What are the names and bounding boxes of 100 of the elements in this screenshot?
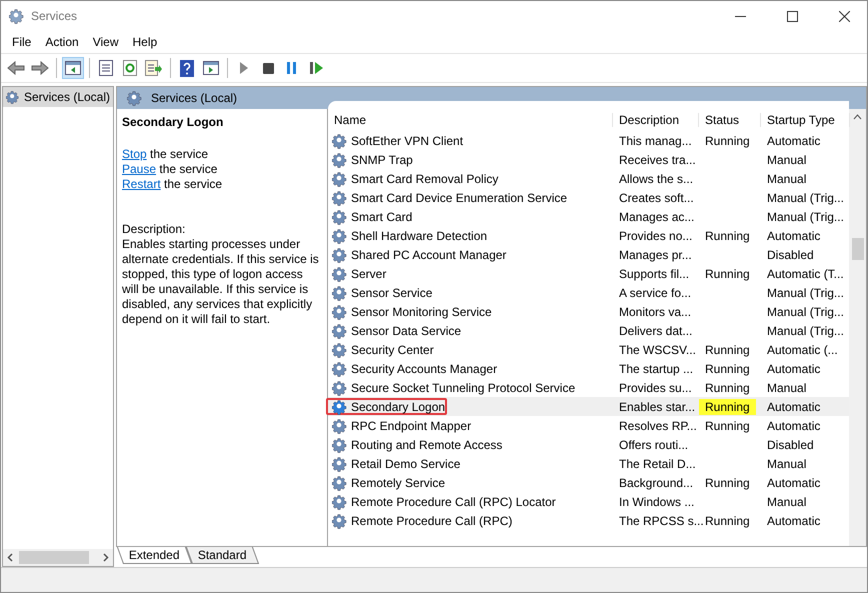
description-cell-text: A service fo... bbox=[618, 286, 692, 300]
service-row[interactable]: Remote Procedure Call (RPC) The RPCSS s...Running Automatic bbox=[328, 511, 849, 530]
service-row[interactable]: SoftEther VPN Client This manag... Running Automatic bbox=[328, 131, 849, 150]
resume-icon[interactable] bbox=[310, 62, 322, 74]
gear-icon bbox=[332, 132, 348, 148]
service-name: RPC Endpoint Mapper bbox=[351, 418, 472, 432]
service-name: Security Accounts Manager bbox=[351, 362, 498, 376]
service-name: Shell Hardware Detection bbox=[351, 228, 488, 242]
startup-type-cell-text: Manual (Trig... bbox=[766, 304, 845, 318]
gear-icon bbox=[332, 474, 348, 490]
description-cell-text: Provides no... bbox=[618, 228, 694, 242]
startup-type-cell-text: Manual bbox=[766, 380, 808, 394]
status-cell-text: Running bbox=[704, 132, 751, 148]
console-tree-icon[interactable] bbox=[65, 61, 81, 75]
pause-icon[interactable] bbox=[287, 62, 297, 74]
play-icon[interactable] bbox=[240, 62, 248, 74]
view-tab[interactable]: Extended bbox=[116, 547, 192, 564]
status-cell: Running bbox=[699, 398, 756, 414]
gear-icon bbox=[332, 228, 348, 244]
description-cell-text: Receives tra... bbox=[618, 152, 697, 166]
service-row[interactable]: RPC Endpoint Mapper Resolves RP... Running Automatic bbox=[328, 416, 849, 435]
startup-type-cell-text: Automatic bbox=[766, 228, 822, 242]
action-text: the service bbox=[158, 162, 218, 176]
service-row[interactable]: Routing and Remote Access Offers routi... Disabled bbox=[328, 435, 849, 454]
horizontal-scrollbar[interactable] bbox=[3, 549, 113, 566]
service-row[interactable]: Remotely Service Background... Running Automatic bbox=[328, 473, 849, 492]
view-tab[interactable]: Standard bbox=[186, 547, 259, 564]
action-link[interactable]: Stop bbox=[122, 147, 147, 161]
menu-item[interactable]: Help bbox=[126, 35, 164, 49]
gear-icon bbox=[332, 284, 348, 300]
service-name: Shared PC Account Manager bbox=[351, 248, 506, 262]
service-row[interactable]: Smart Card Removal Policy Allows the s... Manual bbox=[328, 169, 849, 188]
service-row[interactable]: Retail Demo Service The Retail D... Manual bbox=[328, 454, 849, 473]
service-row[interactable]: Security Center The WSCSV... Running Automatic (... bbox=[328, 340, 849, 359]
description-cell-text: Allows the s... bbox=[618, 172, 694, 186]
menu-item[interactable]: Action bbox=[38, 35, 86, 49]
service-row[interactable]: Secure Socket Tunneling Protocol Service Provides su... Running Manual bbox=[328, 378, 849, 397]
stop-icon[interactable] bbox=[262, 62, 274, 74]
refresh-icon[interactable] bbox=[123, 60, 137, 76]
service-row[interactable]: Security Accounts Manager The startup ... Running Automatic bbox=[328, 359, 849, 378]
action-link[interactable]: Pause bbox=[122, 162, 156, 176]
toolbar-button[interactable] bbox=[62, 57, 84, 79]
gear-icon bbox=[127, 90, 143, 106]
scroll-right-icon[interactable] bbox=[103, 553, 109, 562]
close-icon[interactable] bbox=[838, 10, 850, 22]
service-row[interactable]: Server Supports fil... Running Automatic (T... bbox=[328, 264, 849, 283]
scroll-left-icon[interactable] bbox=[7, 553, 13, 562]
service-name: Retail Demo Service bbox=[351, 456, 460, 470]
service-row[interactable]: Shared PC Account Manager Manages pr... Disabled bbox=[328, 245, 849, 264]
vertical-scrollbar[interactable] bbox=[849, 109, 866, 546]
view-pane-icon[interactable] bbox=[203, 61, 219, 75]
description-cell-text: Delivers dat... bbox=[618, 324, 694, 338]
service-row[interactable]: Remote Procedure Call (RPC) Locator In Windows ... Manual bbox=[328, 492, 849, 511]
column-header[interactable]: Name bbox=[328, 113, 613, 127]
startup-type-cell-text: Automatic bbox=[766, 418, 822, 432]
gear-icon bbox=[332, 304, 348, 320]
gear-icon bbox=[332, 418, 348, 434]
service-row[interactable]: Sensor Monitoring Service Monitors va... Manual (Trig... bbox=[328, 302, 849, 321]
back-arrow-icon[interactable] bbox=[7, 61, 25, 75]
startup-type-cell-text: Automatic bbox=[766, 134, 822, 148]
status-cell-text: Running bbox=[704, 380, 751, 396]
startup-type-cell-text: Manual bbox=[766, 494, 808, 508]
service-row[interactable]: SNMP Trap Receives tra... Manual bbox=[328, 150, 849, 169]
scroll-thumb[interactable] bbox=[19, 551, 89, 564]
service-row[interactable]: Sensor Service A service fo... Manual (Trig... bbox=[328, 283, 849, 302]
service-name: Remotely Service bbox=[351, 476, 446, 490]
status-cell-text: Running bbox=[704, 418, 751, 434]
description-cell-text: Resolves RP... bbox=[618, 418, 698, 432]
column-header[interactable]: Description bbox=[613, 113, 699, 127]
gear-icon bbox=[332, 436, 348, 452]
scroll-thumb[interactable] bbox=[852, 238, 864, 260]
service-row[interactable]: Secondary Logon Enables star... Running Automatic bbox=[328, 397, 849, 416]
service-row[interactable]: Shell Hardware Detection Provides no... Running Automatic bbox=[328, 226, 849, 245]
forward-arrow-icon[interactable] bbox=[31, 61, 49, 75]
description-cell-text: Offers routi... bbox=[618, 438, 690, 452]
status-cell-text: Running bbox=[704, 474, 751, 490]
service-name: Secure Socket Tunneling Protocol Service bbox=[351, 380, 576, 394]
action-link[interactable]: Restart bbox=[122, 177, 161, 191]
help-icon[interactable] bbox=[180, 60, 194, 76]
menu-item[interactable]: File bbox=[5, 35, 38, 49]
maximize-icon[interactable] bbox=[786, 10, 798, 22]
service-row[interactable]: Sensor Data Service Delivers dat... Manual (Trig... bbox=[328, 321, 849, 340]
startup-type-cell-text: Automatic bbox=[766, 476, 822, 490]
properties-icon[interactable] bbox=[99, 60, 113, 76]
tree-item[interactable]: Services (Local) bbox=[3, 87, 113, 107]
scroll-up-icon[interactable] bbox=[853, 114, 862, 120]
description-cell-text: The WSCSV... bbox=[618, 342, 697, 356]
service-name: Smart Card Removal Policy bbox=[351, 172, 498, 186]
service-row[interactable]: Smart Card Device Enumeration Service Creates soft... Manual (Trig... bbox=[328, 188, 849, 207]
startup-type-cell-text: Automatic bbox=[766, 514, 822, 528]
services-gear-icon bbox=[9, 8, 25, 24]
startup-type-cell-text: Manual bbox=[766, 152, 808, 166]
service-name: Sensor Data Service bbox=[351, 324, 462, 338]
column-header[interactable]: Status bbox=[699, 113, 761, 127]
description-cell-text: Manages ac... bbox=[618, 210, 696, 224]
service-name: Sensor Monitoring Service bbox=[351, 304, 492, 318]
service-row[interactable]: Smart Card Manages ac... Manual (Trig... bbox=[328, 207, 849, 226]
description-cell-text: Creates soft... bbox=[618, 190, 695, 204]
menu-item[interactable]: View bbox=[86, 35, 126, 49]
service-name: Remote Procedure Call (RPC) bbox=[351, 514, 512, 528]
